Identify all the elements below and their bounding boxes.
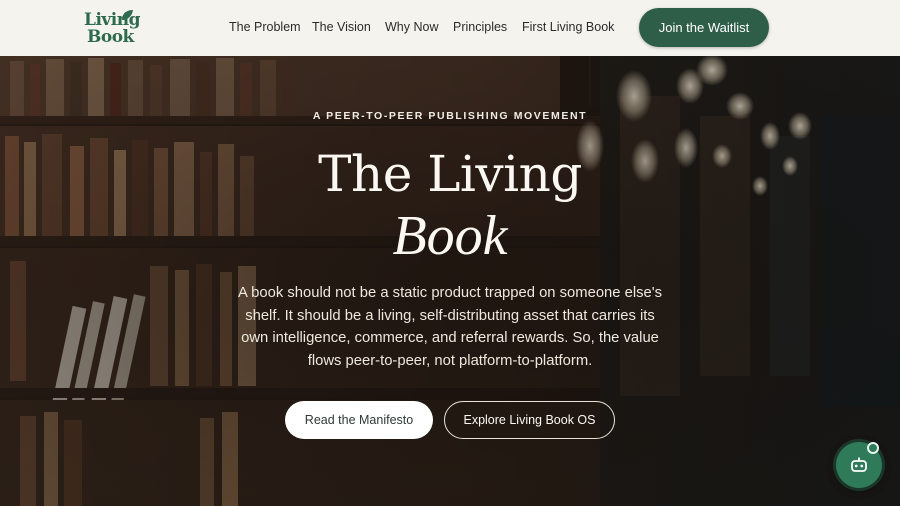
hero-title-line-1: The Living: [318, 145, 582, 203]
nav-the-problem[interactable]: The Problem: [229, 20, 301, 34]
logo-line-2: Book: [87, 27, 134, 47]
nav-why-now[interactable]: Why Now: [385, 20, 438, 34]
nav-first-living-book[interactable]: First Living Book: [522, 20, 614, 34]
leaf-icon: [122, 10, 133, 20]
hero-section: A PEER-TO-PEER PUBLISHING MOVEMENT The L…: [0, 56, 900, 506]
robot-icon: [851, 457, 867, 472]
hero-title-line-2: Book: [392, 205, 508, 267]
living-book-logo[interactable]: Living Book: [84, 9, 141, 47]
read-manifesto-button[interactable]: Read the Manifesto: [285, 401, 433, 439]
explore-os-button[interactable]: Explore Living Book OS: [444, 401, 615, 439]
online-indicator: [867, 442, 879, 454]
nav-the-vision[interactable]: The Vision: [312, 20, 371, 34]
hero-description: A book should not be a static product tr…: [238, 285, 662, 370]
chat-widget-button[interactable]: [836, 442, 882, 488]
hero-eyebrow: A PEER-TO-PEER PUBLISHING MOVEMENT: [312, 110, 588, 122]
join-waitlist-button[interactable]: Join the Waitlist: [639, 8, 769, 47]
nav-principles[interactable]: Principles: [453, 20, 507, 34]
hero-overlay: [0, 56, 900, 506]
site-header: Living Book The Problem The Vision Why N…: [0, 0, 900, 56]
